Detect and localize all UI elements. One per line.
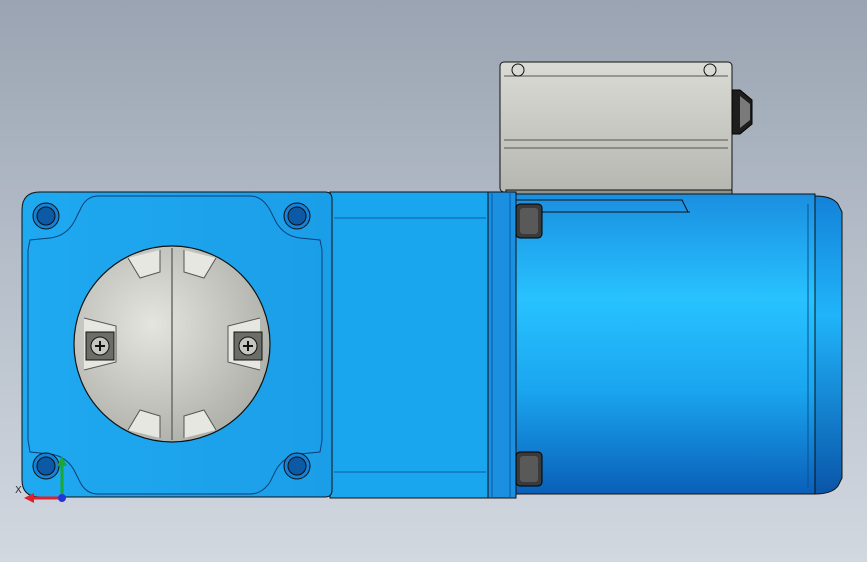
screw-icon xyxy=(85,331,115,361)
z-axis-icon xyxy=(58,494,66,502)
gearbox-housing[interactable] xyxy=(329,191,489,499)
shaft-cover[interactable] xyxy=(73,245,271,443)
box-screw-icon xyxy=(703,63,717,77)
mounting-hole-icon xyxy=(283,202,311,230)
box-screw-icon xyxy=(511,63,525,77)
mounting-hole-icon xyxy=(32,202,60,230)
cad-viewport[interactable]: X xyxy=(0,0,867,562)
motor-body[interactable] xyxy=(485,191,843,499)
screw-icon xyxy=(233,331,263,361)
terminal-box[interactable] xyxy=(499,61,753,199)
x-axis-label: X xyxy=(15,485,22,496)
gear-motor-model[interactable] xyxy=(0,0,867,562)
mounting-hole-icon xyxy=(283,452,311,480)
mounting-hole-icon xyxy=(32,452,60,480)
